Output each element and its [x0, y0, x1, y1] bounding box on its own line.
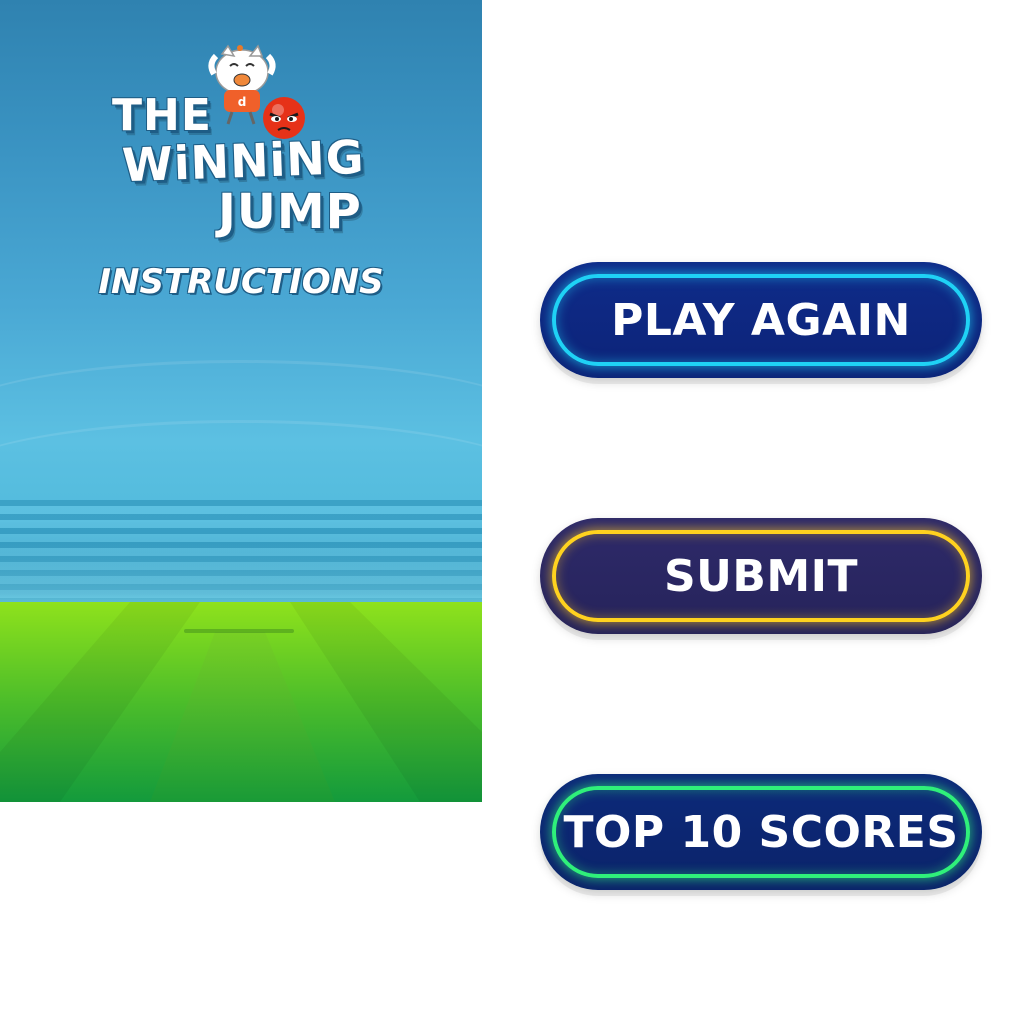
play-again-label: PLAY AGAIN	[611, 294, 911, 346]
top-scores-button[interactable]: TOP 10 SCORES	[540, 774, 982, 890]
play-again-button-frame: PLAY AGAIN	[552, 274, 970, 366]
logo-word-winning: WiNNiNG	[121, 129, 366, 193]
stadium-glow	[0, 540, 482, 604]
logo-word-jump: JUMP	[218, 184, 362, 240]
game-screen: d THE WiNNiNG JUMP INSTRUCTIONS PLAY AGA…	[0, 0, 1024, 1024]
cricket-field	[0, 602, 482, 802]
top-scores-button-frame: TOP 10 SCORES	[552, 786, 970, 878]
crease-line	[184, 629, 294, 633]
submit-button-frame: SUBMIT	[552, 530, 970, 622]
submit-label: SUBMIT	[663, 550, 859, 602]
logo-word-the: THE	[112, 90, 212, 141]
game-canvas: d THE WiNNiNG JUMP INSTRUCTIONS	[0, 0, 482, 802]
play-again-button[interactable]: PLAY AGAIN	[540, 262, 982, 378]
submit-button[interactable]: SUBMIT	[540, 518, 982, 634]
game-logo: THE WiNNiNG JUMP	[108, 84, 388, 244]
instructions-link[interactable]: INSTRUCTIONS	[0, 262, 482, 302]
top-scores-label: TOP 10 SCORES	[563, 806, 959, 858]
